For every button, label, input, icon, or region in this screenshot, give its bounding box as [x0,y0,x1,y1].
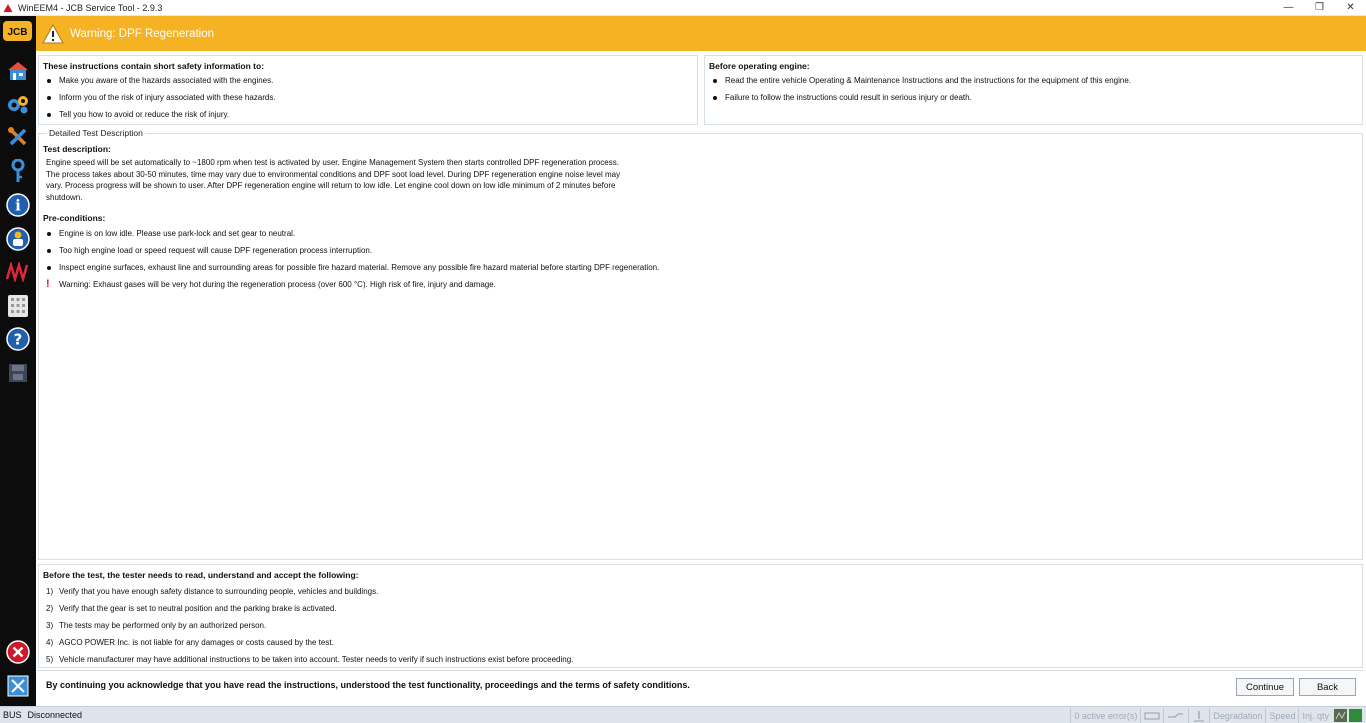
list-item: Inform you of the risk of injury associa… [43,93,693,103]
cancel-icon[interactable] [5,639,31,665]
list-item: 1) Verify that you have enough safety dis… [46,587,379,596]
continue-button[interactable]: Continue [1236,678,1294,696]
list-item: Inspect engine surfaces, exhaust line an… [43,263,1358,273]
list-item: 2) Verify that the gear is set to neutral… [46,604,337,613]
before-test-title: Before the test, the tester needs to rea… [43,570,359,580]
status-box-icon [1334,709,1347,722]
left-sidebar: JCB i ? [0,16,36,706]
exit-icon[interactable] [5,673,31,699]
banner-title: Warning: DPF Regeneration [70,27,215,40]
section-label: Detailed Test Description [47,128,145,138]
list-item: 3) The tests may be performed only by an … [46,621,267,630]
engine-lamp-icon [1140,708,1163,723]
help-person-icon[interactable] [5,226,31,252]
acknowledge-text: By continuing you acknowledge that you h… [46,680,690,690]
maximize-button[interactable]: ❐ [1304,0,1335,16]
title-bar: WinEEM4 - JCB Service Tool - 2.9.3 — ❐ ✕ [0,0,1366,16]
minimize-button[interactable]: — [1273,0,1304,16]
detailed-description-panel: Test description: Engine speed will be s… [38,133,1363,560]
settings-gears-icon[interactable] [5,91,31,117]
preconditions-title: Pre-conditions: [43,213,106,223]
info-icon[interactable]: i [5,192,31,218]
safety-info-panel: These instructions contain short safety … [38,55,698,125]
safety-list: Make you aware of the hazards associated… [43,76,693,120]
speed-indicator: Speed [1265,708,1298,723]
app-logo-icon [3,3,13,12]
list-item: 4) AGCO POWER Inc. is not liable for any … [46,638,334,647]
active-errors: 0 active error(s) [1070,708,1140,723]
connection-status: Disconnected [27,710,83,720]
test-description-text: Engine speed will be set automatically t… [46,158,621,202]
status-bar: BUS Disconnected 0 active error(s) Degra… [0,706,1366,723]
degradation-indicator: Degradation [1209,708,1265,723]
safety-title: These instructions contain short safety … [43,61,265,71]
back-button[interactable]: Back [1299,678,1356,696]
svg-text:?: ? [14,331,23,349]
before-operating-title: Before operating engine: [709,61,810,71]
jcb-logo: JCB [3,21,32,41]
keypad-icon[interactable] [5,293,31,319]
tools-icon[interactable] [5,124,31,150]
home-icon[interactable] [5,58,31,84]
svg-text:JCB: JCB [7,27,27,38]
list-item: Make you aware of the hazards associated… [43,76,693,86]
key-icon[interactable] [5,158,31,184]
list-item: Engine is on low idle. Please use park-l… [43,229,1358,239]
before-test-panel: Before the test, the tester needs to rea… [38,564,1363,668]
acknowledge-bar: By continuing you acknowledge that you h… [37,670,1363,702]
save-icon[interactable] [5,360,31,386]
injection-qty-indicator: Inj. qty [1298,708,1332,723]
oil-can-icon [1163,708,1188,723]
oscilloscope-icon[interactable] [5,259,31,285]
window-title: WinEEM4 - JCB Service Tool - 2.9.3 [18,2,163,13]
list-item: Too high engine load or speed request wi… [43,246,1358,256]
close-button[interactable]: ✕ [1335,0,1366,16]
online-indicator-icon [1349,709,1362,722]
temperature-icon [1188,708,1209,723]
bus-label: BUS [3,710,22,720]
warning-text: Warning: Exhaust gases will be very hot … [59,280,496,289]
before-operating-list: Read the entire vehicle Operating & Main… [709,76,1358,103]
before-test-list: 1) Verify that you have enough safety dis… [43,587,1358,665]
warning-banner: Warning: DPF Regeneration [36,16,1366,51]
list-item: 5) Vehicle manufacturer may have addition… [46,655,574,664]
before-operating-panel: Before operating engine: Read the entire… [704,55,1363,125]
test-description-title: Test description: [43,144,111,154]
list-item: Read the entire vehicle Operating & Main… [709,76,1358,86]
warning-triangle-icon [42,23,64,43]
svg-text:i: i [15,197,21,215]
warning-list-item: ! Warning: Exhaust gases will be very ho… [43,278,1358,290]
list-item: Tell you how to avoid or reduce the risk… [43,110,693,120]
question-icon[interactable]: ? [5,326,31,352]
preconditions-list: Engine is on low idle. Please use park-l… [43,229,1358,290]
list-item: Failure to follow the instructions could… [709,93,1358,103]
exclamation-icon: ! [46,278,50,290]
